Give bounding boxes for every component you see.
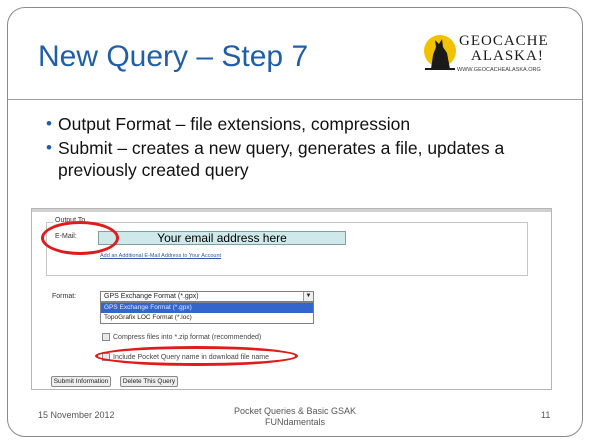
submit-information-button[interactable]: Submit Information [51, 376, 111, 387]
bullet-text: Submit – creates a new query, generates … [58, 138, 505, 180]
screenshot-top-bar [32, 209, 551, 212]
compress-checkbox[interactable] [102, 333, 110, 341]
slide-title: New Query – Step 7 [38, 40, 309, 73]
email-highlight-oval [41, 221, 119, 255]
footer-title-line2: FUNdamentals [264, 417, 326, 427]
slide: New Query – Step 7 GEOCACHE ALASKA! WWW.… [0, 0, 591, 445]
chevron-down-icon[interactable]: ▼ [303, 292, 313, 301]
email-field[interactable]: Your email address here [98, 231, 346, 245]
add-email-link[interactable]: Add an Additional E-Mail Address to Your… [100, 253, 221, 259]
compress-option[interactable]: Compress files into *.zip format (recomm… [102, 333, 261, 341]
page-number: 11 [541, 410, 551, 420]
bullet-list: • Output Format – file extensions, compr… [46, 113, 578, 183]
bullet-text: Output Format – file extensions, compres… [58, 114, 411, 134]
format-selected-value: GPS Exchange Format (*.gpx) [104, 293, 199, 300]
compress-label: Compress files into *.zip format (recomm… [113, 333, 262, 341]
format-option-gpx[interactable]: GPS Exchange Format (*.gpx) [101, 303, 313, 313]
title-divider [8, 99, 583, 100]
format-label: Format: [52, 293, 77, 300]
geocache-alaska-logo: GEOCACHE ALASKA! WWW.GEOCACHEALASKA.ORG [423, 27, 555, 79]
delete-query-button[interactable]: Delete This Query [120, 376, 178, 387]
bullet-dot: • [46, 114, 52, 133]
bullet-item: • Output Format – file extensions, compr… [46, 113, 578, 135]
footer-date: 15 November 2012 [38, 410, 115, 420]
format-option-loc[interactable]: TopoGrafix LOC Format (*.loc) [101, 313, 313, 323]
include-name-highlight-oval [95, 346, 298, 366]
logo-url: WWW.GEOCACHEALASKA.ORG [457, 67, 541, 73]
logo-name-line2: ALASKA! [471, 48, 544, 64]
format-select[interactable]: GPS Exchange Format (*.gpx) ▼ [100, 291, 314, 302]
bullet-item: • Submit – creates a new query, generate… [46, 137, 578, 181]
footer-title-line1: Pocket Queries & Basic GSAK [233, 406, 357, 416]
format-dropdown-list: GPS Exchange Format (*.gpx) TopoGrafix L… [100, 302, 314, 324]
bullet-dot: • [46, 138, 52, 157]
footer-title: Pocket Queries & Basic GSAK FUNdamentals [215, 406, 375, 428]
howling-wolf-icon [424, 35, 456, 70]
